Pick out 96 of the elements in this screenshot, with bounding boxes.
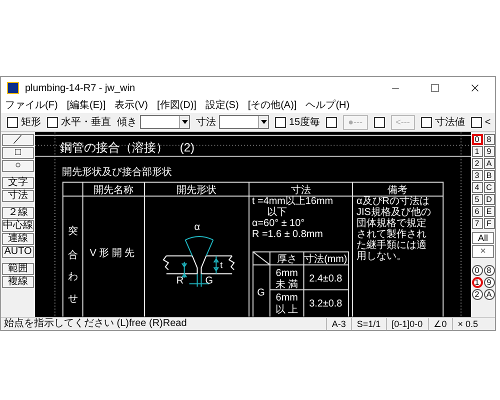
thickness-text: 6mm [276,292,298,304]
checkbox-label: < [484,116,491,130]
tool-button[interactable]: ○ [2,160,34,172]
layer-button[interactable]: 9 [484,146,494,157]
layer-button[interactable]: F [484,218,494,229]
layer-group-button[interactable]: A [484,289,494,300]
checkbox[interactable] [470,116,482,128]
groove-name: V 形 開 先 [90,248,135,259]
checkbox-label: 寸法値 [434,116,465,130]
layer-button[interactable]: E [484,206,494,217]
status-field: [0-1]0-0 [386,318,428,330]
inner-table-header: 寸法(mm) [304,254,348,265]
figure-label: t [220,260,223,270]
layer-button[interactable]: B [484,170,494,181]
checkbox[interactable] [420,116,432,128]
checkbox[interactable] [275,116,286,128]
tool-button[interactable]: 複線 [2,276,34,288]
tool-button[interactable]: 中心線 [2,220,34,232]
tool-button[interactable]: 連線 [2,233,34,245]
layer-button[interactable]: 8 [484,134,494,145]
joint-type-text: 突合わせ [68,226,78,305]
table-header: 開先名称 [94,185,134,196]
tool-button[interactable]: ／ [2,134,34,146]
dimension-text: R =1.6 ± 0.8mm [252,228,323,240]
status-field: × 0.5 [452,318,483,330]
figure-label: G [205,276,213,287]
menu-item[interactable]: [その他(A)] [248,101,297,111]
layer-group-button[interactable]: 1 [472,277,482,288]
combo-box[interactable] [140,115,190,129]
layer-button[interactable]: 1 [472,146,482,157]
menu-item[interactable]: 設定(S) [205,101,239,111]
tool-button[interactable]: ２線 [2,207,34,219]
combo-label: 寸法 [196,116,216,130]
drawing-subtitle: 開先形状及び接合部形状 [62,167,172,178]
drawing-title: 鋼管の接合（溶接） (2) [60,140,194,154]
table-header: 開先形状 [176,185,216,196]
layer-button[interactable]: D [484,194,494,205]
combo-label: 傾き [117,116,137,130]
layer-group-button[interactable]: 9 [484,277,494,288]
status-field: ∠0 [428,318,452,330]
thickness-text: 6mm [276,268,298,279]
table-header: 寸法 [290,185,311,196]
gap-label: G [257,288,265,299]
layer-button[interactable]: A [484,158,494,169]
tolerance-text: 3.2±0.8 [309,298,342,310]
figure-label: α [194,222,200,233]
dimension-text: t =4mm以上16mm [252,196,334,208]
tool-button[interactable]: 文字 [2,177,34,189]
dimension-text: α=60° ± 10° [252,218,305,229]
status-message: 始点を指示してください (L)free (R)Read [4,319,187,329]
menu-item[interactable]: [作図(D)] [157,101,196,111]
remark-text: α及びRの寸法は JIS規格及び他の 団体規格で規定 されて製作され た継手類には適 用しない。 [356,196,431,262]
layer-button[interactable]: 4 [472,182,482,193]
layer-group-button[interactable]: 0 [472,265,482,276]
checkbox[interactable] [47,116,58,128]
layer-button[interactable]: 0 [472,134,482,145]
table-header: 備考 [387,185,408,196]
layer-button[interactable]: C [484,182,494,193]
status-field: A-3 [326,318,351,330]
menu-item[interactable]: ファイル(F) [5,101,58,111]
close-icon [469,82,481,94]
checkbox-label: 水平・垂直 [61,116,111,130]
combo-box[interactable] [219,115,269,129]
layer-group-button[interactable]: 8 [484,265,494,276]
layer-button[interactable]: 2 [472,158,482,169]
menu-item[interactable]: [編集(E)] [66,101,106,111]
app-icon [7,82,19,94]
thickness-text: 未 満 [275,280,298,291]
layer-button[interactable]: 3 [472,170,482,181]
dropdown-icon [258,116,268,128]
tool-button[interactable]: 範囲 [2,263,34,275]
layer-button[interactable]: 5 [472,194,482,205]
all-layers-button[interactable]: All [472,232,494,244]
checkbox[interactable] [374,116,385,128]
checkbox[interactable] [326,116,338,128]
inner-table-header: 厚さ [276,254,297,265]
maximize-icon [430,83,440,93]
figure-label: R [176,276,184,287]
checkbox-label: 矩形 [21,116,41,130]
status-field: S=1/1 [350,318,386,330]
thickness-text: 以 上 [275,304,298,316]
tolerance-text: 2.4±0.8 [309,274,342,285]
dropdown-icon [179,116,189,128]
checkbox[interactable] [7,116,18,128]
menu-item[interactable]: ヘルプ(H) [306,101,350,111]
window-title: plumbing-14-R7 - jw_win [25,82,136,96]
tool-button[interactable]: □ [2,147,34,159]
layer-group-button[interactable]: 2 [472,289,482,300]
checkbox-label: 15度毎 [289,116,320,130]
menu-item[interactable]: 表示(V) [114,101,148,111]
tool-button[interactable]: AUTO [2,246,34,258]
clear-button[interactable]: × [472,245,494,258]
dimension-text: 以下 [266,207,287,218]
tool-button[interactable]: 寸法 [2,190,34,202]
layer-button[interactable]: 7 [472,218,482,229]
layer-button[interactable]: 6 [472,206,482,217]
